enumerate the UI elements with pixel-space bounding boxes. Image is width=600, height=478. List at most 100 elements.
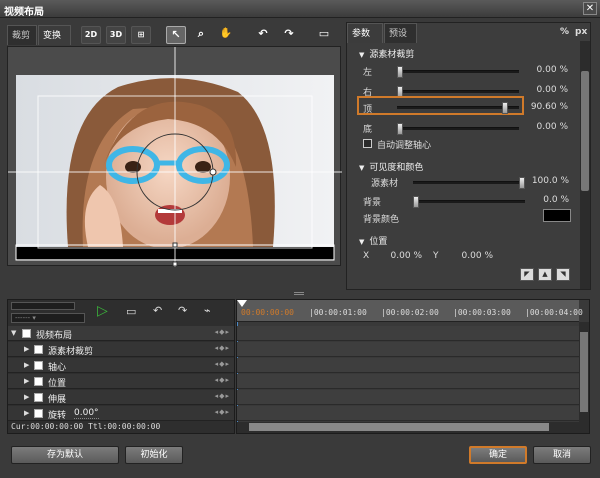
timeline-v-scrollbar-thumb[interactable] <box>580 332 588 412</box>
tab-crop[interactable]: 裁剪 <box>7 25 37 45</box>
px-unit-button[interactable]: px <box>575 27 587 37</box>
crop-top-slider[interactable] <box>397 102 519 114</box>
track-row[interactable]: ▶ 位置 ◂◆▸ <box>8 374 234 389</box>
tab-presets[interactable]: 预设 <box>384 23 417 43</box>
track-checkbox[interactable] <box>34 409 43 418</box>
fit-icon[interactable]: ▭ <box>314 26 334 44</box>
crop-top-thumb[interactable] <box>502 102 509 114</box>
expand-icon[interactable]: ▶ <box>24 409 29 417</box>
timeline-h-scrollbar[interactable] <box>237 422 589 433</box>
2d-button[interactable]: 2D <box>81 26 101 44</box>
timeline-h-scrollbar-thumb[interactable] <box>249 423 549 431</box>
timeline-area[interactable]: 00:00:00:00 |00:00:01:00 |00:00:02:00 |0… <box>236 299 590 434</box>
source-opacity-slider[interactable] <box>413 177 525 189</box>
track-label: 轴心 <box>48 363 67 373</box>
keyframe-nav-icon[interactable]: ◂◆▸ <box>215 344 230 352</box>
timeline-track[interactable] <box>237 390 579 405</box>
expand-icon[interactable]: ▶ <box>24 393 29 401</box>
percent-unit-button[interactable]: % <box>560 27 569 37</box>
time-ruler[interactable]: 00:00:00:00 |00:00:01:00 |00:00:02:00 |0… <box>237 300 583 322</box>
track-checkbox[interactable] <box>34 345 43 354</box>
cancel-button[interactable]: 取消 <box>533 446 591 464</box>
timeline-track[interactable] <box>237 326 579 341</box>
undo-tl-icon[interactable]: ↶ <box>153 304 162 317</box>
timeline-track[interactable] <box>237 406 579 421</box>
grid-icon[interactable]: ⊞ <box>131 26 151 44</box>
layout-dropdown[interactable]: ------ ▾ <box>11 313 85 323</box>
redo-tl-icon[interactable]: ↷ <box>178 304 187 317</box>
undo-icon[interactable]: ↶ <box>253 26 273 44</box>
zoom-icon[interactable]: ⌕ <box>191 26 211 44</box>
expand-icon[interactable]: ▶ <box>24 361 29 369</box>
crop-bottom-value[interactable]: 0.00 % <box>520 122 568 132</box>
track-row[interactable]: ▶ 伸展 ◂◆▸ <box>8 390 234 405</box>
preview-canvas[interactable] <box>7 46 342 267</box>
crop-bottom-thumb[interactable] <box>397 123 403 135</box>
keyframe-nav-icon[interactable]: ◂◆▸ <box>215 376 230 384</box>
background-thumb[interactable] <box>413 196 419 208</box>
graph-icon[interactable]: ⌁ <box>204 304 211 317</box>
3d-button[interactable]: 3D <box>106 26 126 44</box>
keyframe-nav-icon[interactable]: ◂◆▸ <box>215 408 230 416</box>
bg-color-swatch[interactable] <box>543 209 571 222</box>
track-row[interactable]: ▶ 轴心 ◂◆▸ <box>8 358 234 373</box>
background-value[interactable]: 0.0 % <box>521 195 569 205</box>
expand-icon[interactable]: ▶ <box>24 377 29 385</box>
timeline-v-scrollbar[interactable] <box>579 322 589 422</box>
crop-top-value[interactable]: 90.60 % <box>520 102 568 112</box>
align-top-left-icon[interactable]: ◤ <box>520 268 534 281</box>
comment-icon[interactable]: ▭ <box>126 305 136 318</box>
params-scrollbar[interactable] <box>580 41 590 289</box>
close-icon[interactable]: ✕ <box>583 2 597 15</box>
pointer-icon[interactable]: ↖ <box>166 26 186 44</box>
expand-icon[interactable]: ▶ <box>24 345 29 353</box>
crop-left-slider[interactable] <box>397 66 519 78</box>
visibility-section-header[interactable]: 可见度和颜色 <box>359 160 423 173</box>
play-icon[interactable]: ▷ <box>97 303 108 319</box>
track-checkbox[interactable] <box>22 329 31 338</box>
align-top-icon[interactable]: ▲ <box>538 268 552 281</box>
timeline-tracks-panel: ------ ▾ ▷ ▭ ↶ ↷ ⌁ ▼ 视频布局 ◂◆▸ ▶ 源素材裁剪 ◂◆▸ … <box>7 299 235 434</box>
background-slider[interactable] <box>413 196 525 208</box>
playhead-icon[interactable] <box>237 300 247 307</box>
save-default-button[interactable]: 存为默认 <box>11 446 119 464</box>
timeline-track[interactable] <box>237 374 579 389</box>
crop-left-value[interactable]: 0.00 % <box>520 65 568 75</box>
redo-icon[interactable]: ↷ <box>279 26 299 44</box>
track-checkbox[interactable] <box>34 377 43 386</box>
track-label: 位置 <box>48 379 67 389</box>
track-checkbox[interactable] <box>34 361 43 370</box>
crop-right-slider[interactable] <box>397 86 519 98</box>
source-opacity-value[interactable]: 100.0 % <box>521 176 569 186</box>
keyframe-nav-icon[interactable]: ◂◆▸ <box>215 328 230 336</box>
hand-icon[interactable]: ✋ <box>216 26 236 44</box>
crop-left-thumb[interactable] <box>397 66 403 78</box>
track-row[interactable]: ▼ 视频布局 ◂◆▸ <box>8 326 234 341</box>
collapse-icon[interactable]: ▼ <box>11 329 16 337</box>
initialize-button[interactable]: 初始化 <box>125 446 183 464</box>
splitter-handle[interactable] <box>294 292 304 295</box>
tab-params[interactable]: 参数 <box>347 23 383 43</box>
track-row[interactable]: ▶ 旋转 0.00° ◂◆▸ <box>8 406 234 421</box>
zoom-slider[interactable] <box>11 302 75 310</box>
rotate-value[interactable]: 0.00° <box>74 408 99 419</box>
track-checkbox[interactable] <box>34 393 43 402</box>
crop-bottom-slider[interactable] <box>397 123 519 135</box>
keyframe-nav-icon[interactable]: ◂◆▸ <box>215 392 230 400</box>
params-scrollbar-thumb[interactable] <box>581 71 589 191</box>
auto-axis-checkbox[interactable] <box>363 139 372 148</box>
pos-y-value[interactable]: 0.00 % <box>445 251 493 261</box>
timeline-track[interactable] <box>237 358 579 373</box>
ok-button[interactable]: 确定 <box>469 446 527 464</box>
tab-transform[interactable]: 变换 <box>38 25 71 45</box>
keyframe-nav-icon[interactable]: ◂◆▸ <box>215 360 230 368</box>
pos-x-value[interactable]: 0.00 % <box>374 251 422 261</box>
crop-right-value[interactable]: 0.00 % <box>520 85 568 95</box>
timeline-track[interactable] <box>237 342 579 357</box>
track-row[interactable]: ▶ 源素材裁剪 ◂◆▸ <box>8 342 234 357</box>
crop-section-header[interactable]: 源素材裁剪 <box>359 47 414 60</box>
crop-left-label: 左 <box>363 68 373 78</box>
align-top-right-icon[interactable]: ◥ <box>556 268 570 281</box>
pos-x-label: X <box>363 251 370 261</box>
position-section-header[interactable]: 位置 <box>359 234 387 247</box>
